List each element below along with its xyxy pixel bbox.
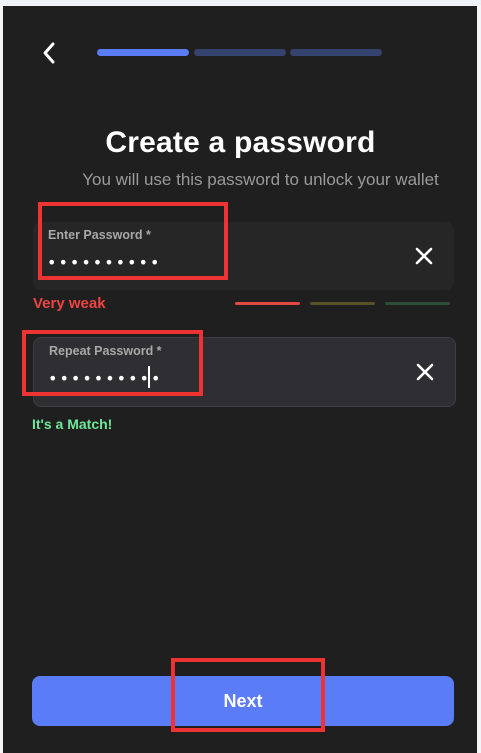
progress-step-2: [194, 49, 286, 56]
page-subtitle: You will use this password to unlock you…: [82, 170, 439, 189]
chevron-left-icon: [43, 42, 55, 64]
strength-bar-1: [235, 302, 300, 305]
repeat-password-input[interactable]: [48, 364, 388, 392]
password-strength-text: Very weak: [33, 295, 106, 312]
clear-repeat-password-button[interactable]: [413, 360, 437, 384]
strength-bar-3: [385, 302, 450, 305]
password-match-text: It's a Match!: [32, 416, 113, 432]
page-title: Create a password: [105, 126, 376, 159]
strength-bar-2: [310, 302, 375, 305]
top-edge: [0, 0, 481, 5]
enter-password-field[interactable]: Enter Password *: [33, 222, 454, 290]
next-button[interactable]: Next: [32, 676, 454, 726]
repeat-password-label: Repeat Password *: [49, 344, 162, 358]
back-button[interactable]: [32, 36, 66, 70]
screen: Create a password You will use this pass…: [0, 0, 481, 753]
progress-step-1: [97, 49, 189, 56]
close-icon: [416, 363, 434, 381]
text-caret: [148, 366, 150, 388]
progress-step-3: [290, 49, 382, 56]
enter-password-input[interactable]: [47, 248, 387, 276]
clear-password-button[interactable]: [412, 244, 436, 268]
enter-password-label: Enter Password *: [48, 228, 151, 242]
close-icon: [415, 247, 433, 265]
repeat-password-field[interactable]: Repeat Password *: [33, 337, 456, 407]
